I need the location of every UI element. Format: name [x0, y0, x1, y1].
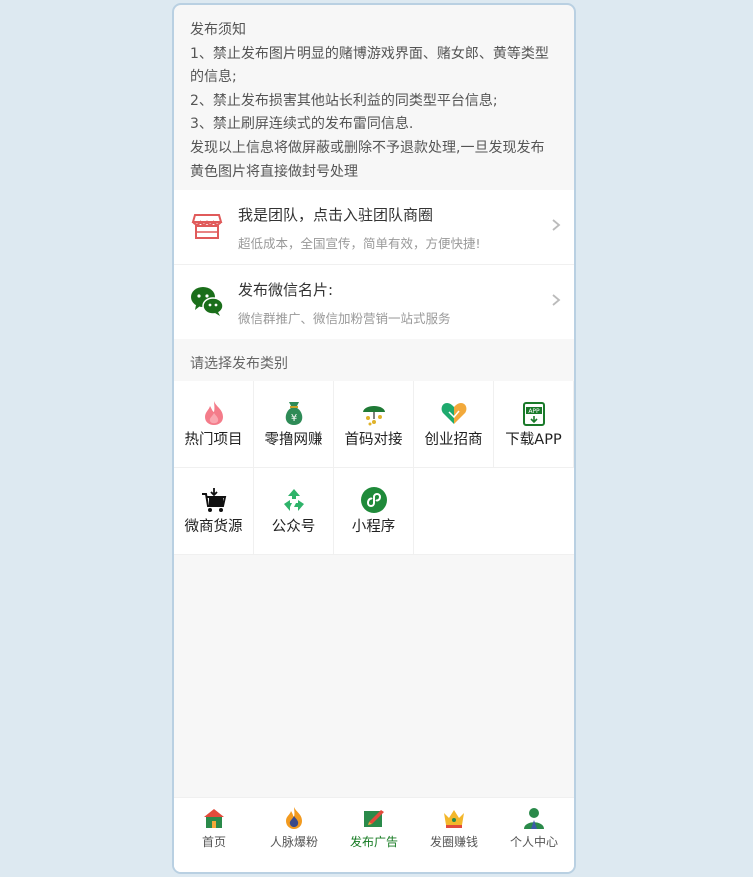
card-subtitle: 超低成本，全国宣传，简单有效，方便快捷!: [238, 236, 481, 252]
fire-icon: [286, 807, 302, 829]
phone-frame: 发布须知 1、禁止发布图片明显的赌博游戏界面、赌女郎、黄等类型的信息; 2、禁止…: [172, 3, 576, 874]
card-subtitle: 微信群推广、微信加粉营销一站式服务: [238, 311, 451, 327]
publish-icon: [364, 810, 384, 827]
category-mini-program[interactable]: 小程序: [334, 468, 414, 556]
chevron-right-icon: [552, 219, 561, 231]
shopping-cart-icon: [202, 488, 227, 513]
tab-label: 发圈赚钱: [429, 835, 478, 849]
category-label: 小程序: [351, 519, 396, 536]
recycle-icon: [284, 489, 304, 512]
user-icon: [524, 808, 544, 829]
bottom-tab-bar: 首页 人脉爆粉 发布广告 发圈赚钱 个人中心: [174, 797, 574, 872]
tab-label: 首页: [201, 835, 226, 849]
category-official-account[interactable]: 公众号: [254, 468, 334, 556]
category-hot-projects[interactable]: 热门项目: [174, 381, 254, 469]
mini-program-icon: [361, 487, 387, 514]
crown-icon: [444, 810, 464, 828]
notice-line: 1、禁止发布图片明显的赌博游戏界面、赌女郎、黄等类型的信息;: [190, 45, 549, 86]
category-first-code[interactable]: 首码对接: [334, 381, 414, 469]
card-title: 发布微信名片:: [238, 281, 334, 300]
category-label: 下载APP: [505, 432, 562, 449]
svg-text:APP: APP: [528, 408, 540, 415]
flame-icon: [205, 401, 223, 426]
card-title: 我是团队，点击入驻团队商圈: [238, 206, 434, 225]
category-label: 公众号: [271, 519, 316, 536]
category-zero-earn[interactable]: ¥ 零撸网赚: [254, 381, 334, 469]
notice-title: 发布须知: [190, 22, 246, 38]
storefront-icon: [191, 214, 223, 240]
tab-label: 发布广告: [349, 835, 398, 849]
team-join-card[interactable]: 我是团队，点击入驻团队商圈 超低成本，全国宣传，简单有效，方便快捷!: [174, 190, 574, 266]
category-label: 热门项目: [184, 432, 243, 449]
money-umbrella-icon: [363, 406, 385, 426]
category-label: 微商货源: [184, 519, 243, 536]
category-label: 创业招商: [424, 432, 483, 449]
category-label: 零撸网赚: [264, 432, 323, 449]
category-download-app[interactable]: APP 下载APP: [494, 381, 574, 469]
money-bag-icon: ¥: [285, 402, 303, 426]
category-wechat-supply[interactable]: 微商货源: [174, 468, 254, 556]
svg-text:¥: ¥: [291, 413, 297, 424]
notice-line: 3、禁止刷屏连续式的发布雷同信息.: [190, 116, 414, 133]
category-startup-investment[interactable]: 创业招商: [414, 381, 494, 469]
handshake-heart-icon: [441, 403, 467, 425]
grid-filler: [494, 468, 574, 556]
home-icon: [204, 809, 224, 828]
tab-network-fans[interactable]: 人脉爆粉: [254, 798, 334, 872]
wechat-icon: [191, 287, 224, 317]
app-download-icon: APP: [523, 402, 545, 427]
wechat-card-publish[interactable]: 发布微信名片: 微信群推广、微信加粉营销一站式服务: [174, 265, 574, 339]
publish-notice: 发布须知 1、禁止发布图片明显的赌博游戏界面、赌女郎、黄等类型的信息; 2、禁止…: [174, 5, 574, 190]
category-label: 首码对接: [344, 432, 403, 449]
notice-line: 2、禁止发布损害其他站长利益的同类型平台信息;: [190, 92, 498, 109]
chevron-right-icon: [552, 294, 561, 306]
grid-filler: [414, 468, 494, 556]
tab-share-earn[interactable]: 发圈赚钱: [414, 798, 494, 872]
tab-label: 人脉爆粉: [269, 835, 318, 849]
tab-home[interactable]: 首页: [174, 798, 254, 872]
category-section-label: 请选择发布类别: [190, 356, 288, 373]
tab-publish-ad[interactable]: 发布广告: [334, 798, 414, 872]
notice-line: 发现以上信息将做屏蔽或删除不予退款处理,一旦发现发布黄色图片将直接做封号处理: [190, 139, 545, 180]
tab-label: 个人中心: [509, 835, 558, 849]
tab-profile[interactable]: 个人中心: [494, 798, 574, 872]
entry-card-list: 我是团队，点击入驻团队商圈 超低成本，全国宣传，简单有效，方便快捷! 发布微信名…: [174, 190, 574, 340]
category-grid: 热门项目 ¥ 零撸网赚 首码对接 创业招商 APP 下载APP 微商货源 公众号…: [174, 381, 574, 556]
